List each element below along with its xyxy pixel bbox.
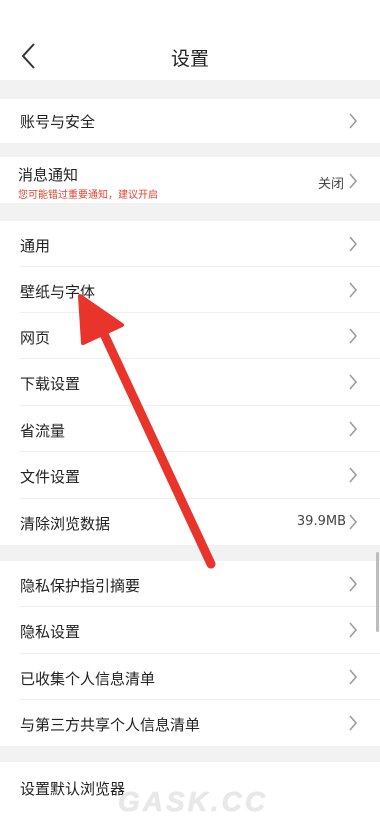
watermark-logo: GASK.CC [118,786,269,817]
annotation-arrow-icon [78,294,216,569]
